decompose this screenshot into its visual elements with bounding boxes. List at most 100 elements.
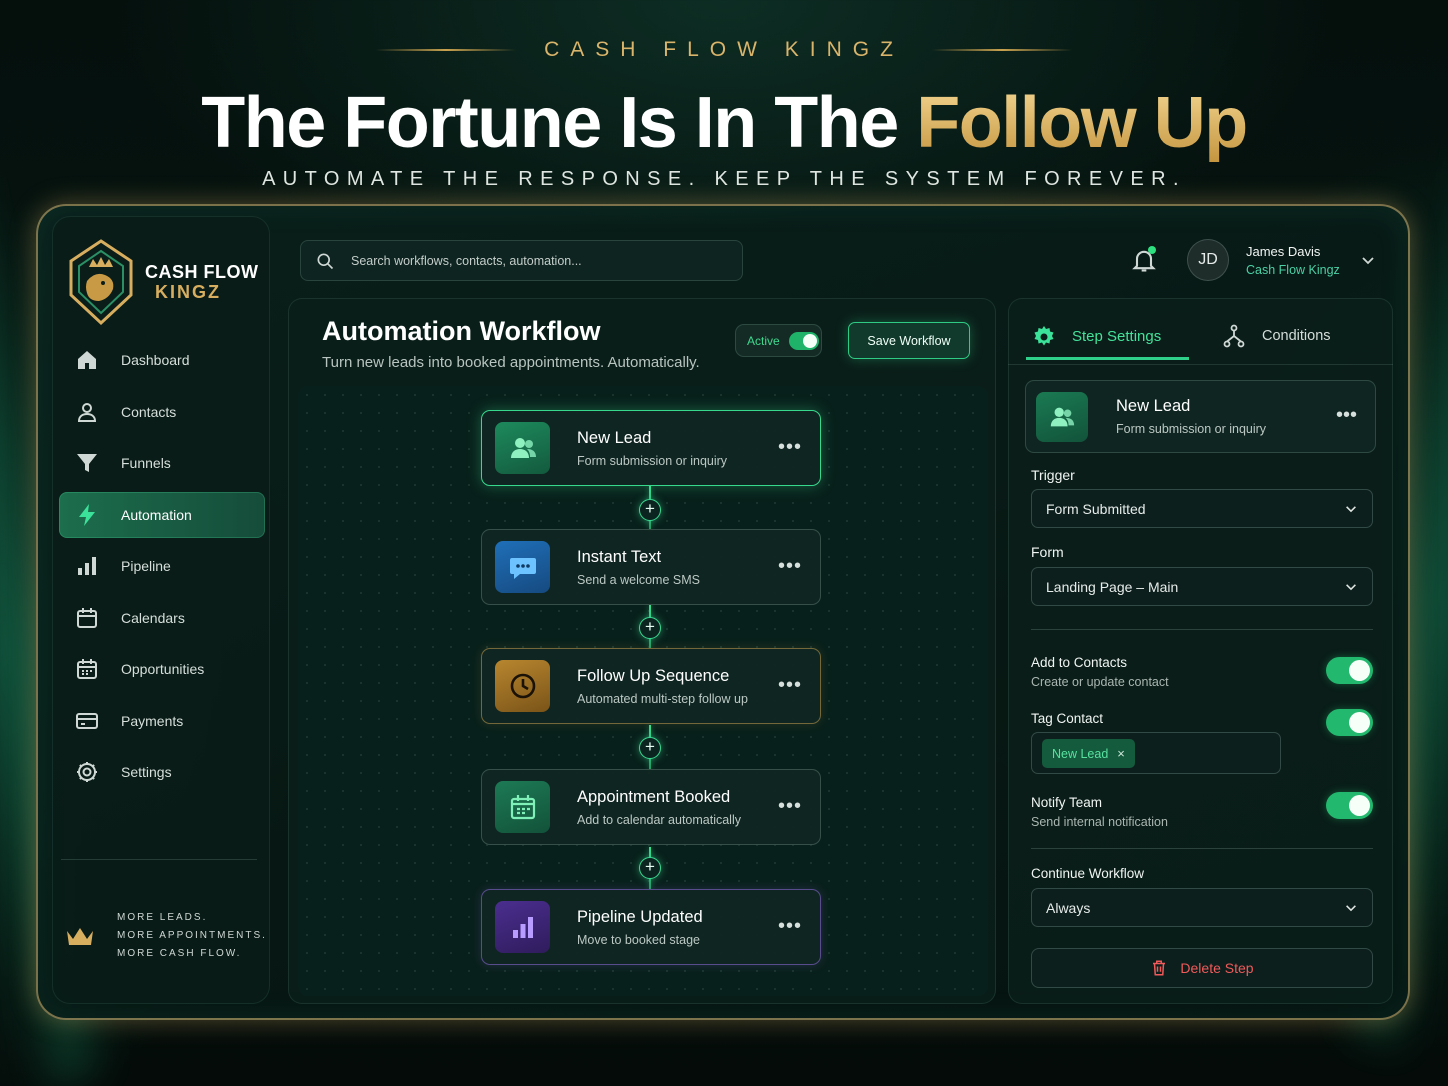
notifications-button[interactable] — [1130, 246, 1158, 274]
more-options-icon[interactable]: ••• — [778, 556, 802, 576]
node-text: Follow Up Sequence Automated multi-step … — [577, 667, 748, 706]
active-switch[interactable] — [788, 331, 819, 350]
sidebar-item-label: Payments — [121, 712, 184, 729]
add-step-button[interactable]: + — [639, 737, 661, 759]
sidebar-item-contacts[interactable]: Contacts — [59, 389, 265, 435]
tab-conditions-label: Conditions — [1262, 328, 1331, 344]
tag-contact-toggle[interactable] — [1326, 709, 1373, 736]
node-icon-box — [495, 422, 550, 474]
sidebar-tagline: MORE LEADS. MORE APPOINTMENTS. MORE CASH… — [65, 909, 267, 963]
form-value: Landing Page – Main — [1046, 578, 1179, 595]
sidebar-item-label: Settings — [121, 764, 172, 780]
lightning-icon — [79, 503, 95, 526]
section-divider — [1031, 629, 1373, 630]
sidebar-item-automation[interactable]: Automation — [59, 491, 265, 538]
notify-team-toggle[interactable] — [1326, 792, 1373, 819]
node-subtitle: Send a welcome SMS — [577, 572, 700, 587]
sidebar-item-opportunities[interactable]: Opportunities — [59, 646, 265, 692]
node-subtitle: Add to calendar automatically — [577, 812, 741, 827]
credit-card-icon — [76, 712, 98, 729]
tag-contact-label: Tag Contact — [1031, 711, 1104, 726]
tab-step-settings[interactable]: Step Settings — [1026, 316, 1189, 360]
sidebar-item-label: Funnels — [121, 455, 171, 471]
delete-step-label: Delete Step — [1180, 960, 1254, 976]
more-options-icon[interactable]: ••• — [778, 437, 802, 457]
delete-step-button[interactable]: Delete Step — [1031, 948, 1373, 988]
step-icon-box — [1036, 391, 1088, 442]
form-select[interactable]: Landing Page – Main — [1031, 567, 1373, 606]
active-toggle[interactable]: Active — [735, 324, 822, 357]
hero-headline: The Fortune Is In The Follow Up — [0, 82, 1448, 164]
add-to-contacts-label: Add to Contacts — [1031, 655, 1128, 670]
more-options-icon[interactable]: ••• — [778, 675, 802, 695]
tab-step-settings-label: Step Settings — [1072, 328, 1162, 345]
avatar[interactable]: JD — [1187, 239, 1229, 281]
continue-workflow-select[interactable]: Always — [1031, 888, 1373, 927]
add-step-button[interactable]: + — [639, 857, 661, 879]
tag-chip-label: New Lead — [1052, 746, 1109, 761]
gear-icon — [1034, 325, 1054, 345]
workflow-node-pipeline-updated[interactable]: Pipeline Updated Move to booked stage ••… — [481, 889, 821, 965]
more-options-icon[interactable]: ••• — [778, 916, 802, 936]
form-label: Form — [1031, 544, 1064, 560]
workflow-subtitle: Turn new leads into booked appointments.… — [322, 354, 700, 371]
user-company: Cash Flow Kingz — [1246, 263, 1340, 277]
notification-dot — [1148, 246, 1156, 254]
user-info[interactable]: James Davis Cash Flow Kingz — [1246, 243, 1340, 279]
step-subtitle: Form submission or inquiry — [1116, 422, 1267, 436]
trash-icon — [1153, 960, 1166, 976]
remove-tag-icon[interactable]: × — [1117, 746, 1125, 761]
step-text: New Lead Form submission or inquiry — [1116, 397, 1266, 436]
sidebar-item-dashboard[interactable]: Dashboard — [59, 337, 265, 383]
workflow-node-instant-text[interactable]: Instant Text Send a welcome SMS ••• — [481, 529, 821, 605]
sidebar-item-label: Calendars — [121, 609, 185, 626]
add-step-button[interactable]: + — [639, 617, 661, 639]
save-workflow-button[interactable]: Save Workflow — [848, 322, 970, 359]
tab-conditions[interactable]: Conditions — [1222, 316, 1331, 356]
sidebar-item-label: Contacts — [121, 403, 177, 420]
search-bar[interactable] — [300, 240, 743, 281]
trigger-label: Trigger — [1031, 467, 1075, 483]
tagline-line: MORE LEADS. — [117, 912, 208, 923]
node-text: New Lead Form submission or inquiry — [577, 429, 727, 468]
sidebar-item-pipeline[interactable]: Pipeline — [59, 543, 265, 589]
tagline-lines: MORE LEADS. MORE APPOINTMENTS. MORE CASH… — [117, 909, 267, 963]
sidebar-item-payments[interactable]: Payments — [59, 698, 265, 744]
add-step-button[interactable]: + — [639, 499, 661, 521]
hero-brand-text: CASH FLOW KINGZ — [544, 38, 904, 61]
node-text: Appointment Booked Add to calendar autom… — [577, 788, 741, 827]
more-options-icon[interactable]: ••• — [778, 796, 802, 816]
branch-icon — [1223, 324, 1245, 348]
node-icon-box — [495, 781, 550, 833]
sidebar-item-calendars[interactable]: Calendars — [59, 595, 265, 641]
headline-gold: Follow Up — [916, 83, 1248, 163]
add-to-contacts-sub: Create or update contact — [1031, 675, 1169, 689]
node-subtitle: Move to booked stage — [577, 932, 700, 947]
add-to-contacts-toggle[interactable] — [1326, 657, 1373, 684]
selected-step-card[interactable]: New Lead Form submission or inquiry ••• — [1025, 380, 1376, 453]
chevron-down-icon[interactable] — [1360, 252, 1376, 268]
sidebar-item-settings[interactable]: Settings — [59, 749, 265, 795]
node-title: Follow Up Sequence — [577, 666, 730, 685]
sidebar-divider — [61, 859, 257, 860]
clock-icon — [510, 673, 535, 699]
trigger-select[interactable]: Form Submitted — [1031, 489, 1373, 528]
trigger-value: Form Submitted — [1046, 500, 1146, 517]
workflow-node-follow-up-sequence[interactable]: Follow Up Sequence Automated multi-step … — [481, 648, 821, 724]
sidebar-item-funnels[interactable]: Funnels — [59, 440, 265, 486]
section-divider — [1031, 848, 1373, 849]
logo[interactable]: CASH FLOW KINGZ — [67, 237, 258, 327]
search-input[interactable] — [351, 253, 711, 268]
workflow-node-appointment-booked[interactable]: Appointment Booked Add to calendar autom… — [481, 769, 821, 845]
tag-chip[interactable]: New Lead × — [1042, 739, 1135, 768]
home-icon — [78, 351, 96, 369]
more-options-icon[interactable]: ••• — [1336, 405, 1357, 425]
calendar-icon — [77, 607, 97, 628]
logo-line1: CASH FLOW — [145, 262, 259, 282]
workflow-title: Automation Workflow — [322, 316, 601, 346]
tagline-line: MORE APPOINTMENTS. — [117, 930, 267, 941]
continue-workflow-label: Continue Workflow — [1031, 866, 1145, 881]
logo-text: CASH FLOW KINGZ — [145, 262, 258, 302]
workflow-node-new-lead[interactable]: New Lead Form submission or inquiry ••• — [481, 410, 821, 486]
node-title: Appointment Booked — [577, 787, 731, 806]
